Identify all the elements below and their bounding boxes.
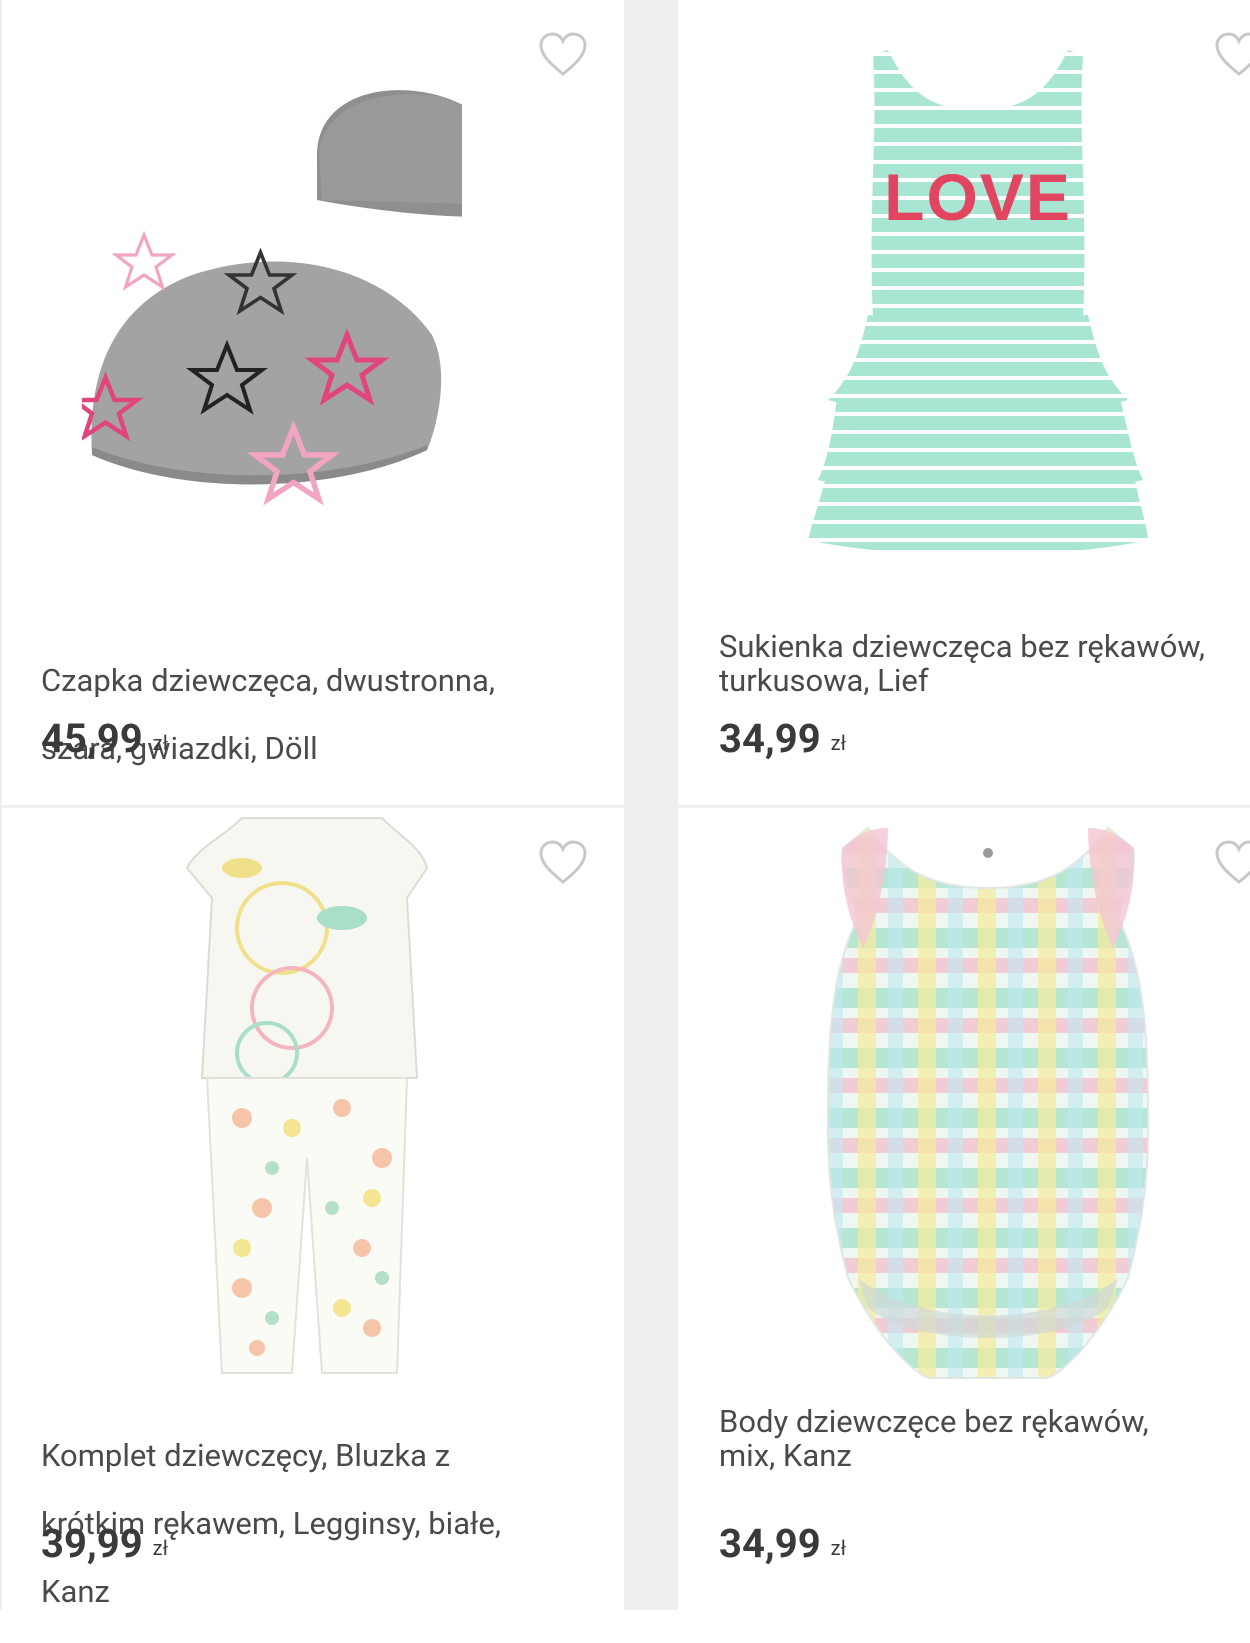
product-price: 45,99 zł xyxy=(41,715,168,762)
heart-icon[interactable] xyxy=(1214,32,1250,78)
product-card[interactable]: LOVE Sukienka dziewczęca bez rękawów, tu… xyxy=(678,0,1250,805)
product-price: 39,99 zł xyxy=(41,1520,168,1567)
product-image[interactable]: LOVE xyxy=(808,40,1148,550)
product-image[interactable] xyxy=(182,808,442,1408)
product-image[interactable] xyxy=(82,75,462,525)
product-card[interactable]: Body dziewczęce bez rękawów, mix, Kanz 3… xyxy=(678,808,1250,1610)
love-print: LOVE xyxy=(884,160,1072,234)
heart-icon[interactable] xyxy=(538,32,588,78)
product-card[interactable]: Komplet dziewczęcy, Bluzka z krótkim ręk… xyxy=(2,808,624,1610)
product-title[interactable]: Body dziewczęce bez rękawów, mix, Kanz xyxy=(719,1405,1250,1473)
product-price: 34,99 zł xyxy=(719,1520,846,1567)
product-title[interactable]: Sukienka dziewczęca bez rękawów, turkuso… xyxy=(719,630,1250,698)
product-card[interactable]: Czapka dziewczęca, dwustronna, szara, gw… xyxy=(2,0,624,805)
product-price: 34,99 zł xyxy=(719,715,846,762)
heart-icon[interactable] xyxy=(538,840,588,886)
heart-icon[interactable] xyxy=(1214,840,1250,886)
product-image[interactable] xyxy=(798,808,1178,1398)
